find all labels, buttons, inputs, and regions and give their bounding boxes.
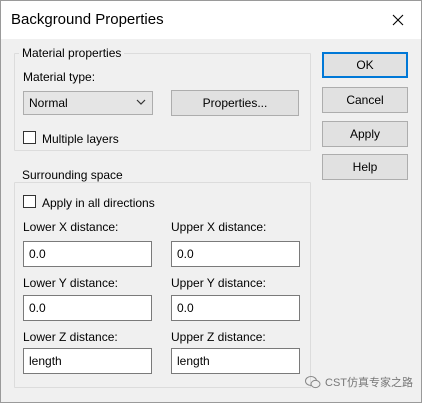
material-properties-label: Material properties	[19, 46, 125, 60]
surrounding-space-label: Surrounding space	[19, 168, 126, 182]
upper-z-label: Upper Z distance:	[171, 330, 266, 344]
multiple-layers-checkbox[interactable]	[23, 131, 36, 144]
lower-y-input[interactable]	[23, 295, 152, 321]
upper-y-input[interactable]	[171, 295, 300, 321]
close-button[interactable]	[375, 1, 421, 39]
dialog-title: Background Properties	[11, 11, 164, 28]
material-type-label: Material type:	[23, 70, 96, 84]
ok-button[interactable]: OK	[322, 52, 408, 78]
chevron-down-icon	[136, 99, 146, 105]
title-bar: Background Properties	[1, 1, 421, 39]
upper-y-label: Upper Y distance:	[171, 276, 266, 290]
apply-all-directions-label: Apply in all directions	[42, 196, 155, 210]
lower-x-label: Lower X distance:	[23, 220, 119, 234]
close-icon	[392, 14, 404, 26]
material-type-value: Normal	[29, 96, 68, 110]
cancel-button[interactable]: Cancel	[322, 87, 408, 113]
properties-button[interactable]: Properties...	[171, 90, 299, 116]
help-button[interactable]: Help	[322, 154, 408, 180]
upper-x-label: Upper X distance:	[171, 220, 267, 234]
material-type-select[interactable]: Normal	[23, 91, 153, 115]
upper-z-input[interactable]	[171, 348, 300, 374]
upper-x-input[interactable]	[171, 241, 300, 267]
apply-button[interactable]: Apply	[322, 121, 408, 147]
watermark-text: CST仿真专家之路	[325, 377, 413, 389]
watermark: CST仿真专家之路	[305, 374, 413, 390]
apply-all-directions-checkbox[interactable]	[23, 195, 36, 208]
wechat-icon	[305, 375, 321, 388]
lower-z-label: Lower Z distance:	[23, 330, 118, 344]
multiple-layers-label: Multiple layers	[42, 132, 119, 146]
lower-x-input[interactable]	[23, 241, 152, 267]
lower-z-input[interactable]	[23, 348, 152, 374]
lower-y-label: Lower Y distance:	[23, 276, 118, 290]
background-properties-dialog: Background Properties Material propertie…	[0, 0, 422, 403]
